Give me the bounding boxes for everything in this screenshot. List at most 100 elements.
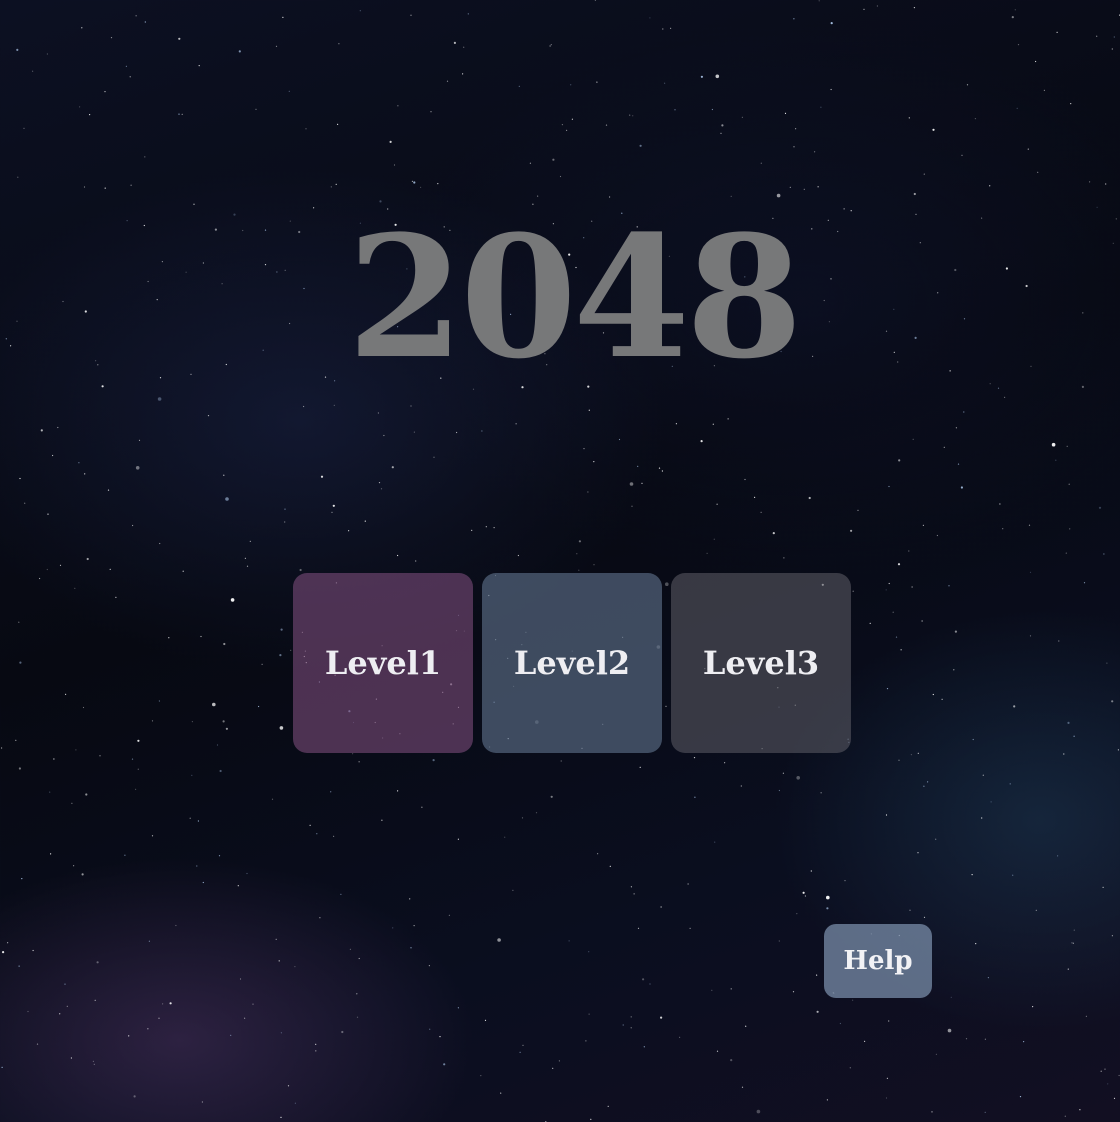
star <box>607 1105 609 1107</box>
star <box>966 84 969 86</box>
star <box>885 1097 888 1099</box>
star <box>954 630 958 633</box>
star <box>1072 942 1074 944</box>
star <box>1117 749 1119 751</box>
star <box>587 491 589 493</box>
star <box>1004 396 1006 398</box>
star <box>1051 442 1056 447</box>
star <box>148 940 150 942</box>
level-3-button[interactable]: Level3 <box>671 573 851 753</box>
star <box>810 870 812 872</box>
star <box>632 115 634 117</box>
star <box>1055 459 1057 461</box>
star <box>622 1024 624 1026</box>
star <box>826 1099 829 1101</box>
level-1-button[interactable]: Level1 <box>293 573 473 753</box>
star <box>917 852 919 854</box>
star <box>457 1007 459 1009</box>
star <box>649 983 651 985</box>
star <box>1079 1109 1081 1111</box>
star <box>844 880 846 882</box>
star <box>413 431 415 433</box>
star <box>315 1043 317 1045</box>
star <box>721 124 724 127</box>
star <box>1017 44 1020 46</box>
star <box>218 855 221 857</box>
star <box>137 739 140 742</box>
star <box>984 1111 986 1113</box>
star <box>711 989 713 991</box>
star <box>1067 968 1069 970</box>
star <box>130 184 132 186</box>
star <box>974 118 977 120</box>
star <box>720 132 722 134</box>
star <box>913 7 916 9</box>
star <box>443 1063 446 1066</box>
star <box>397 554 399 557</box>
star <box>99 755 101 757</box>
star <box>284 521 286 523</box>
star <box>552 1067 554 1069</box>
star <box>481 430 483 432</box>
level-selector: Level1 Level2 Level3 <box>293 573 851 753</box>
star <box>744 478 746 481</box>
star <box>27 1010 29 1013</box>
star <box>364 520 366 522</box>
star <box>585 1040 587 1042</box>
star <box>500 1092 502 1094</box>
star <box>57 426 59 429</box>
star <box>917 752 919 754</box>
star <box>1111 700 1114 703</box>
star <box>820 106 822 108</box>
star <box>1103 553 1105 555</box>
star <box>910 754 913 756</box>
star <box>169 1002 172 1005</box>
star <box>989 185 991 187</box>
star <box>288 90 290 92</box>
star <box>299 568 302 572</box>
star <box>700 440 703 443</box>
star <box>151 835 154 837</box>
star <box>843 208 845 210</box>
star <box>135 466 140 470</box>
star <box>588 409 590 411</box>
help-button[interactable]: Help <box>824 924 932 998</box>
star <box>1106 662 1108 664</box>
star <box>808 496 811 500</box>
star <box>660 906 662 908</box>
star <box>911 586 913 588</box>
star <box>1096 206 1098 208</box>
star <box>162 1003 164 1005</box>
star <box>282 16 284 18</box>
star <box>275 938 277 940</box>
star <box>908 117 910 119</box>
star <box>864 1040 866 1042</box>
star <box>660 1016 663 1019</box>
star <box>430 111 432 113</box>
star <box>803 188 805 190</box>
star <box>32 949 34 952</box>
star <box>358 957 360 960</box>
star <box>517 554 520 557</box>
star <box>963 411 965 413</box>
star <box>1096 35 1098 37</box>
star <box>609 865 611 867</box>
star <box>303 405 305 408</box>
level-2-button[interactable]: Level2 <box>482 573 662 753</box>
star <box>776 193 781 198</box>
star <box>984 1038 987 1040</box>
star <box>462 73 464 75</box>
star <box>818 0 820 2</box>
star <box>391 466 394 469</box>
star <box>446 80 449 82</box>
star <box>521 817 524 819</box>
star <box>275 45 278 47</box>
star <box>1056 31 1058 33</box>
star <box>1035 909 1037 911</box>
star <box>876 5 879 7</box>
star <box>200 635 202 638</box>
star <box>493 527 495 529</box>
star <box>65 693 67 696</box>
star <box>927 781 929 783</box>
star <box>497 938 501 942</box>
